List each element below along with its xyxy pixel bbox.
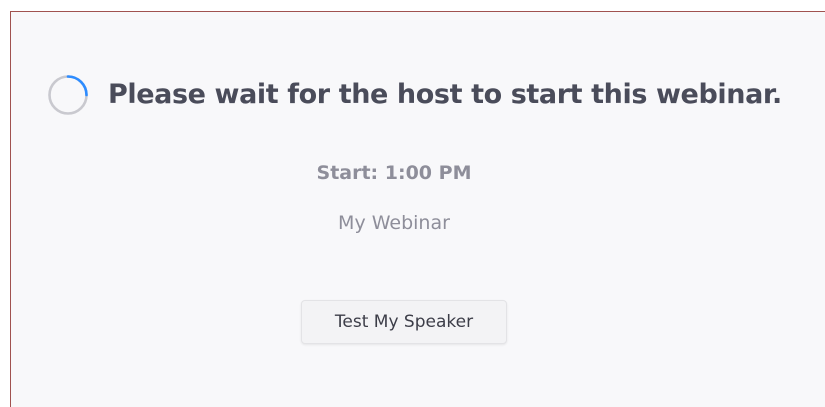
waiting-message-title: Please wait for the host to start this w…	[108, 79, 782, 110]
webinar-start-time: Start: 1:00 PM	[316, 162, 472, 184]
test-speaker-button[interactable]: Test My Speaker	[301, 300, 507, 344]
webinar-name: My Webinar	[338, 212, 450, 234]
webinar-waiting-panel	[10, 11, 825, 407]
loading-spinner-icon	[48, 75, 88, 115]
